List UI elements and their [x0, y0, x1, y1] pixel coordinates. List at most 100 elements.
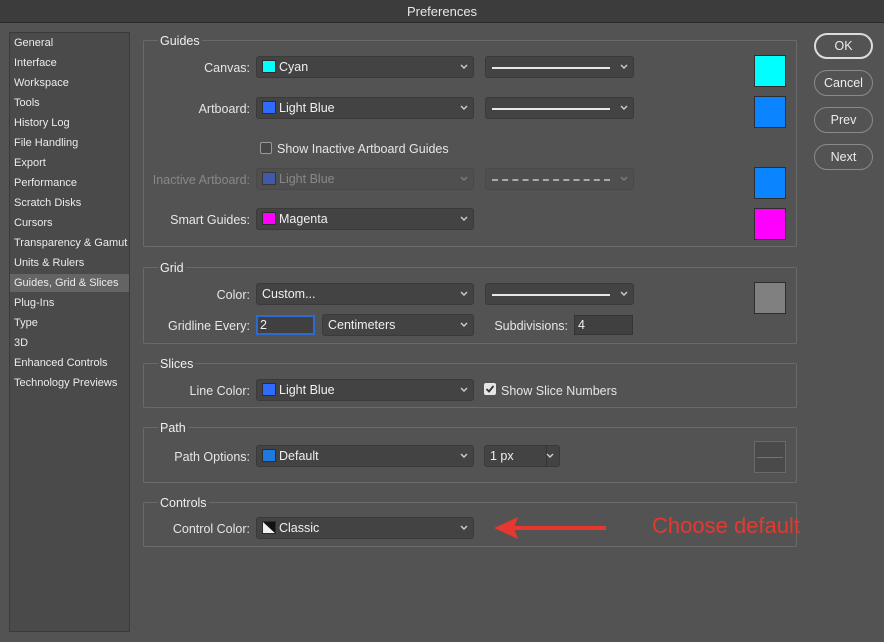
cancel-button[interactable]: Cancel — [814, 70, 873, 96]
gridline-unit-value: Centimeters — [328, 318, 396, 332]
path-preview — [754, 441, 786, 473]
path-line-preview — [757, 457, 783, 458]
sidebar-item-enhanced-controls[interactable]: Enhanced Controls — [10, 354, 129, 372]
magenta-swatch — [262, 212, 276, 225]
chevron-down-icon — [619, 169, 629, 189]
solid-line-preview — [492, 108, 610, 110]
chevron-down-icon — [619, 284, 629, 304]
chevron-down-icon — [619, 57, 629, 77]
gridline-unit-dropdown[interactable]: Centimeters — [322, 314, 474, 336]
grid-color-value: Custom... — [262, 287, 316, 301]
artboard-line-style-dropdown[interactable] — [485, 97, 634, 119]
smart-guides-color-swatch[interactable] — [754, 208, 786, 240]
sidebar-item-workspace[interactable]: Workspace — [10, 74, 129, 92]
sidebar-item-scratch-disks[interactable]: Scratch Disks — [10, 194, 129, 212]
chevron-down-icon — [459, 446, 469, 466]
sidebar-item-history-log[interactable]: History Log — [10, 114, 129, 132]
sidebar-item-3d[interactable]: 3D — [10, 334, 129, 352]
smart-guides-label: Smart Guides: — [170, 213, 250, 227]
inactive-artboard-color-swatch[interactable] — [754, 167, 786, 199]
canvas-color-value: Cyan — [279, 60, 309, 74]
path-width-value: 1 px — [490, 449, 514, 463]
artboard-color-value: Light Blue — [279, 101, 335, 115]
sidebar-item-guides-grid-slices[interactable]: Guides, Grid & Slices — [10, 274, 129, 292]
canvas-color-dropdown[interactable]: Cyan — [256, 56, 474, 78]
show-slice-numbers-checkbox[interactable] — [484, 383, 496, 395]
blue-swatch — [262, 449, 276, 462]
classic-swatch-icon — [262, 521, 276, 534]
chevron-down-icon — [459, 57, 469, 77]
preferences-sidebar: General Interface Workspace Tools Histor… — [9, 32, 130, 632]
smart-guides-color-dropdown[interactable]: Magenta — [256, 208, 474, 230]
control-color-dropdown[interactable]: Classic — [256, 517, 474, 539]
sidebar-item-units-rulers[interactable]: Units & Rulers — [10, 254, 129, 272]
show-slice-numbers-label: Show Slice Numbers — [501, 384, 618, 398]
solid-line-preview — [492, 67, 610, 69]
chevron-down-icon — [459, 380, 469, 400]
sidebar-item-file-handling[interactable]: File Handling — [10, 134, 129, 152]
control-color-label: Control Color: — [172, 522, 250, 536]
ok-button[interactable]: OK — [814, 33, 873, 59]
canvas-color-swatch[interactable] — [754, 55, 786, 87]
gridline-every-input[interactable]: 2 — [256, 315, 315, 335]
artboard-color-dropdown[interactable]: Light Blue — [256, 97, 474, 119]
dashed-line-preview — [492, 179, 610, 181]
grid-color-dropdown[interactable]: Custom... — [256, 283, 474, 305]
sidebar-item-transparency-gamut[interactable]: Transparency & Gamut — [10, 234, 129, 252]
grid-color-swatch[interactable] — [754, 282, 786, 314]
checkmark-icon — [485, 385, 495, 393]
chevron-down-icon — [459, 209, 469, 229]
sidebar-item-general[interactable]: General — [10, 34, 129, 52]
artboard-label: Artboard: — [198, 102, 250, 116]
chevron-down-icon — [459, 98, 469, 118]
grid-line-style-dropdown[interactable] — [485, 283, 634, 305]
cyan-swatch — [262, 60, 276, 73]
show-inactive-artboard-guides-checkbox[interactable] — [260, 142, 272, 154]
chevron-down-icon — [619, 98, 629, 118]
light-blue-swatch — [262, 101, 276, 114]
next-button[interactable]: Next — [814, 144, 873, 170]
path-title: Path — [158, 421, 188, 435]
subdivisions-label: Subdivisions: — [494, 319, 568, 333]
chevron-down-icon — [459, 315, 469, 335]
path-width-dropdown[interactable]: 1 px — [484, 445, 560, 467]
chevron-down-icon — [459, 284, 469, 304]
inactive-artboard-color-dropdown[interactable]: Light Blue — [256, 168, 474, 190]
sidebar-item-export[interactable]: Export — [10, 154, 129, 172]
smart-guides-color-value: Magenta — [279, 212, 328, 226]
sidebar-item-technology-previews[interactable]: Technology Previews — [10, 374, 129, 392]
annotation-arrow-icon — [494, 517, 606, 539]
subdivisions-input[interactable]: 4 — [574, 315, 633, 335]
sidebar-item-cursors[interactable]: Cursors — [10, 214, 129, 232]
sidebar-item-interface[interactable]: Interface — [10, 54, 129, 72]
canvas-line-style-dropdown[interactable] — [485, 56, 634, 78]
slices-title: Slices — [158, 357, 196, 371]
chevron-down-icon — [459, 169, 469, 189]
light-blue-swatch — [262, 172, 276, 185]
solid-line-preview — [492, 294, 610, 296]
prev-button[interactable]: Prev — [814, 107, 873, 133]
inactive-artboard-color-value: Light Blue — [279, 172, 335, 186]
controls-title: Controls — [158, 496, 209, 510]
artboard-color-swatch[interactable] — [754, 96, 786, 128]
grid-title: Grid — [158, 261, 186, 275]
show-inactive-artboard-guides-label: Show Inactive Artboard Guides — [277, 142, 449, 156]
annotation-text: Choose default — [652, 513, 800, 538]
control-color-value: Classic — [279, 521, 320, 535]
sidebar-item-type[interactable]: Type — [10, 314, 129, 332]
guides-title: Guides — [158, 34, 202, 48]
inactive-artboard-line-style-dropdown[interactable] — [485, 168, 634, 190]
chevron-down-icon — [459, 518, 469, 538]
slice-line-color-dropdown[interactable]: Light Blue — [256, 379, 474, 401]
sidebar-item-performance[interactable]: Performance — [10, 174, 129, 192]
light-blue-swatch — [262, 383, 276, 396]
sidebar-item-plug-ins[interactable]: Plug-Ins — [10, 294, 129, 312]
sidebar-item-tools[interactable]: Tools — [10, 94, 129, 112]
path-options-label: Path Options: — [174, 450, 250, 464]
inactive-artboard-label: Inactive Artboard: — [152, 173, 250, 187]
path-options-dropdown[interactable]: Default — [256, 445, 474, 467]
window-title: Preferences — [0, 0, 884, 23]
grid-color-label: Color: — [216, 288, 250, 302]
slice-line-color-value: Light Blue — [279, 383, 335, 397]
gridline-every-label: Gridline Every: — [168, 319, 250, 333]
